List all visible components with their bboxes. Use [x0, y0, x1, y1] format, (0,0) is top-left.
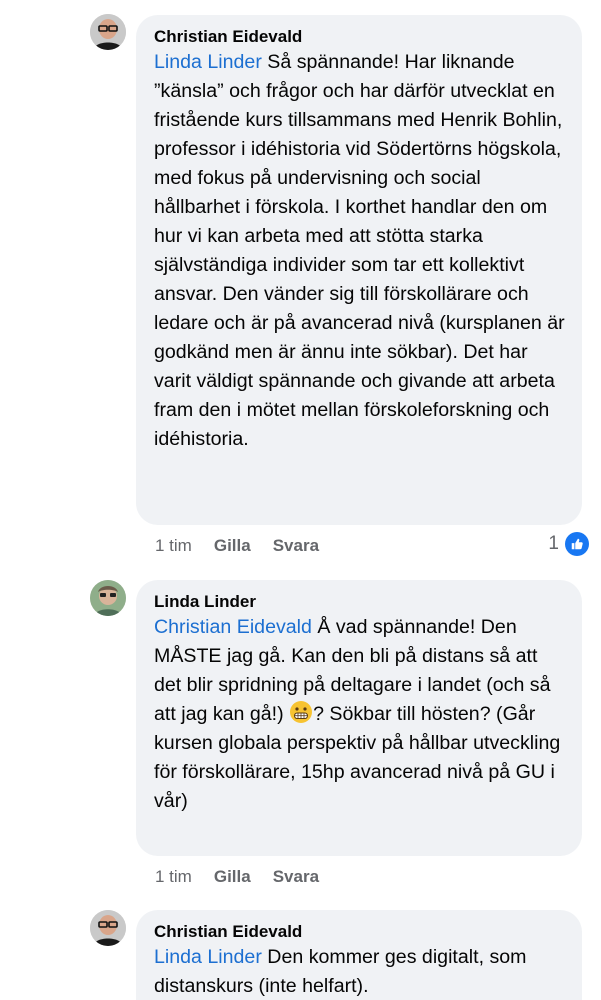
comment-actions: 1 tim Gilla Svara — [155, 865, 319, 889]
avatar[interactable] — [90, 580, 126, 616]
like-button[interactable]: Gilla — [214, 865, 251, 889]
comment-bubble: Christian Eidevald Linda Linder Den komm… — [136, 910, 582, 1000]
avatar[interactable] — [90, 910, 126, 946]
comment-bubble: Christian Eidevald Linda Linder Så spänn… — [136, 15, 582, 525]
mention-link[interactable]: Linda Linder — [154, 51, 262, 73]
like-button[interactable]: Gilla — [214, 534, 251, 558]
reaction-summary[interactable]: 1 — [548, 532, 589, 556]
comment-actions: 1 tim Gilla Svara — [155, 534, 319, 558]
reaction-count: 1 — [548, 533, 559, 554]
reply-button[interactable]: Svara — [273, 865, 319, 889]
avatar-christian-icon — [90, 910, 126, 946]
comment-author[interactable]: Linda Linder — [154, 591, 566, 613]
mention-link[interactable]: Linda Linder — [154, 946, 262, 968]
comment-bubble: Linda Linder Christian Eidevald Å vad sp… — [136, 580, 582, 856]
comment-author[interactable]: Christian Eidevald — [154, 921, 566, 943]
comment-author[interactable]: Christian Eidevald — [154, 26, 566, 48]
comment-text: Christian Eidevald Å vad spännande! Den … — [154, 613, 566, 816]
grimacing-face-icon — [290, 701, 313, 723]
avatar-linda-icon — [90, 580, 126, 616]
comment-timestamp[interactable]: 1 tim — [155, 865, 192, 889]
avatar[interactable] — [90, 14, 126, 50]
reply-button[interactable]: Svara — [273, 534, 319, 558]
comment-text: Linda Linder Den kommer ges digitalt, so… — [154, 943, 566, 1000]
comment-text: Linda Linder Så spännande! Har liknande … — [154, 48, 566, 454]
comment-timestamp[interactable]: 1 tim — [155, 534, 192, 558]
avatar-christian-icon — [90, 14, 126, 50]
thumbs-up-icon — [565, 532, 589, 556]
comment-body: Så spännande! Har liknande ”känsla” och … — [154, 51, 565, 450]
mention-link[interactable]: Christian Eidevald — [154, 616, 312, 638]
